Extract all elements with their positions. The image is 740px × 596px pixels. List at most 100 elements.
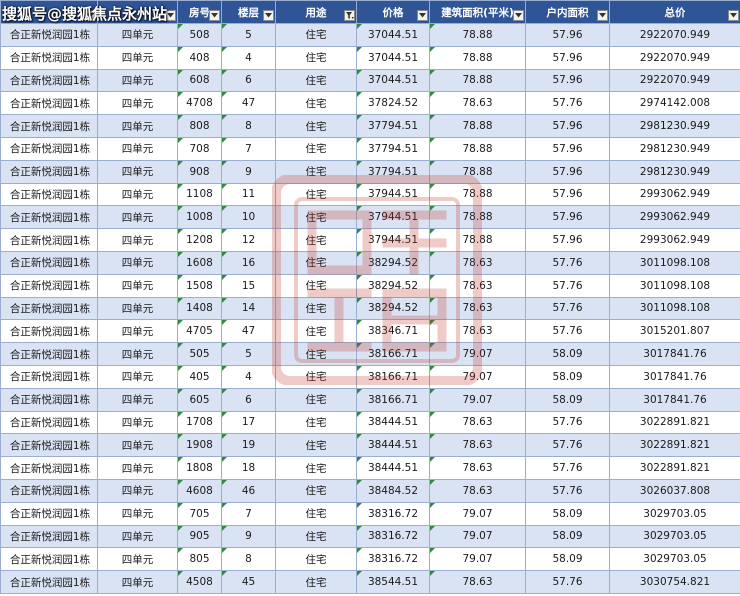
cell-unit[interactable]: 四单元 — [97, 433, 178, 458]
column-header-project[interactable] — [0, 0, 98, 24]
cell-floor[interactable]: 8 — [221, 547, 276, 572]
cell-price[interactable]: 38346.71 — [356, 319, 430, 344]
column-header-room[interactable]: 房号 — [177, 0, 222, 24]
cell-indoor-area[interactable]: 57.96 — [525, 23, 610, 47]
cell-total-price[interactable]: 2993062.949 — [609, 182, 740, 207]
cell-floor[interactable]: 6 — [221, 68, 276, 93]
cell-room[interactable]: 1608 — [177, 250, 222, 275]
cell-price[interactable]: 38544.51 — [356, 570, 430, 594]
cell-total-price[interactable]: 3026037.808 — [609, 478, 740, 503]
cell-floor[interactable]: 5 — [221, 342, 276, 366]
cell-indoor-area[interactable]: 57.76 — [525, 273, 610, 298]
cell-total-price[interactable]: 2993062.949 — [609, 205, 740, 230]
cell-usage[interactable]: 住宅 — [275, 68, 357, 93]
cell-room[interactable]: 4508 — [177, 570, 222, 594]
cell-project[interactable]: 合正新悦润园1栋 — [0, 478, 98, 503]
cell-total-price[interactable]: 3017841.76 — [609, 387, 740, 412]
cell-total-price[interactable]: 3022891.821 — [609, 433, 740, 458]
cell-usage[interactable]: 住宅 — [275, 433, 357, 458]
cell-building-area[interactable]: 78.88 — [429, 136, 526, 161]
cell-room[interactable]: 605 — [177, 387, 222, 412]
cell-room[interactable]: 405 — [177, 364, 222, 389]
column-header-unit[interactable] — [97, 0, 178, 24]
cell-total-price[interactable]: 3022891.821 — [609, 410, 740, 435]
cell-building-area[interactable]: 78.88 — [429, 23, 526, 47]
cell-room[interactable]: 505 — [177, 342, 222, 366]
cell-project[interactable]: 合正新悦润园1栋 — [0, 91, 98, 116]
cell-total-price[interactable]: 2981230.949 — [609, 159, 740, 184]
column-header-building-area[interactable]: 建筑面积(平米) — [429, 0, 526, 24]
cell-usage[interactable]: 住宅 — [275, 182, 357, 207]
cell-room[interactable]: 1108 — [177, 182, 222, 207]
cell-floor[interactable]: 15 — [221, 273, 276, 298]
cell-building-area[interactable]: 79.07 — [429, 524, 526, 549]
cell-building-area[interactable]: 78.63 — [429, 319, 526, 344]
cell-project[interactable]: 合正新悦润园1栋 — [0, 23, 98, 47]
cell-usage[interactable]: 住宅 — [275, 296, 357, 321]
cell-price[interactable]: 37944.51 — [356, 205, 430, 230]
cell-project[interactable]: 合正新悦润园1栋 — [0, 114, 98, 138]
cell-total-price[interactable]: 3011098.108 — [609, 273, 740, 298]
cell-total-price[interactable]: 3029703.05 — [609, 501, 740, 526]
cell-unit[interactable]: 四单元 — [97, 342, 178, 366]
cell-floor[interactable]: 7 — [221, 501, 276, 526]
cell-usage[interactable]: 住宅 — [275, 91, 357, 116]
cell-floor[interactable]: 45 — [221, 570, 276, 594]
cell-room[interactable]: 1908 — [177, 433, 222, 458]
cell-room[interactable]: 705 — [177, 501, 222, 526]
cell-project[interactable]: 合正新悦润园1栋 — [0, 319, 98, 344]
cell-unit[interactable]: 四单元 — [97, 387, 178, 412]
cell-total-price[interactable]: 3017841.76 — [609, 364, 740, 389]
cell-indoor-area[interactable]: 58.09 — [525, 524, 610, 549]
cell-project[interactable]: 合正新悦润园1栋 — [0, 524, 98, 549]
cell-indoor-area[interactable]: 57.76 — [525, 478, 610, 503]
cell-total-price[interactable]: 2993062.949 — [609, 228, 740, 252]
cell-indoor-area[interactable]: 58.09 — [525, 364, 610, 389]
cell-price[interactable]: 38316.72 — [356, 547, 430, 572]
cell-price[interactable]: 37944.51 — [356, 228, 430, 252]
cell-indoor-area[interactable]: 57.76 — [525, 319, 610, 344]
cell-total-price[interactable]: 2922070.949 — [609, 23, 740, 47]
cell-unit[interactable]: 四单元 — [97, 364, 178, 389]
cell-project[interactable]: 合正新悦润园1栋 — [0, 205, 98, 230]
cell-room[interactable]: 805 — [177, 547, 222, 572]
cell-building-area[interactable]: 78.63 — [429, 296, 526, 321]
cell-indoor-area[interactable]: 58.09 — [525, 501, 610, 526]
cell-floor[interactable]: 8 — [221, 114, 276, 138]
cell-total-price[interactable]: 2922070.949 — [609, 68, 740, 93]
cell-usage[interactable]: 住宅 — [275, 570, 357, 594]
cell-building-area[interactable]: 78.88 — [429, 68, 526, 93]
cell-price[interactable]: 38316.72 — [356, 524, 430, 549]
filter-dropdown-icon[interactable] — [728, 10, 739, 21]
cell-usage[interactable]: 住宅 — [275, 250, 357, 275]
cell-indoor-area[interactable]: 58.09 — [525, 547, 610, 572]
cell-unit[interactable]: 四单元 — [97, 68, 178, 93]
column-header-total-price[interactable]: 总价 — [609, 0, 740, 24]
cell-floor[interactable]: 9 — [221, 159, 276, 184]
cell-usage[interactable]: 住宅 — [275, 387, 357, 412]
cell-usage[interactable]: 住宅 — [275, 456, 357, 480]
cell-unit[interactable]: 四单元 — [97, 524, 178, 549]
cell-usage[interactable]: 住宅 — [275, 273, 357, 298]
cell-total-price[interactable]: 2974142.008 — [609, 91, 740, 116]
cell-unit[interactable]: 四单元 — [97, 273, 178, 298]
cell-building-area[interactable]: 78.63 — [429, 433, 526, 458]
filter-applied-icon[interactable] — [344, 10, 355, 21]
cell-room[interactable]: 908 — [177, 159, 222, 184]
cell-usage[interactable]: 住宅 — [275, 478, 357, 503]
cell-room[interactable]: 4708 — [177, 91, 222, 116]
cell-floor[interactable]: 10 — [221, 205, 276, 230]
column-header-usage[interactable]: 用途 — [275, 0, 357, 24]
cell-floor[interactable]: 14 — [221, 296, 276, 321]
cell-floor[interactable]: 12 — [221, 228, 276, 252]
cell-building-area[interactable]: 78.63 — [429, 250, 526, 275]
filter-dropdown-icon[interactable] — [209, 10, 220, 21]
cell-indoor-area[interactable]: 57.76 — [525, 433, 610, 458]
cell-usage[interactable]: 住宅 — [275, 136, 357, 161]
cell-unit[interactable]: 四单元 — [97, 136, 178, 161]
filter-dropdown-icon[interactable] — [263, 10, 274, 21]
filter-dropdown-icon[interactable] — [417, 10, 428, 21]
cell-total-price[interactable]: 2981230.949 — [609, 136, 740, 161]
cell-room[interactable]: 408 — [177, 45, 222, 70]
cell-indoor-area[interactable]: 57.76 — [525, 250, 610, 275]
